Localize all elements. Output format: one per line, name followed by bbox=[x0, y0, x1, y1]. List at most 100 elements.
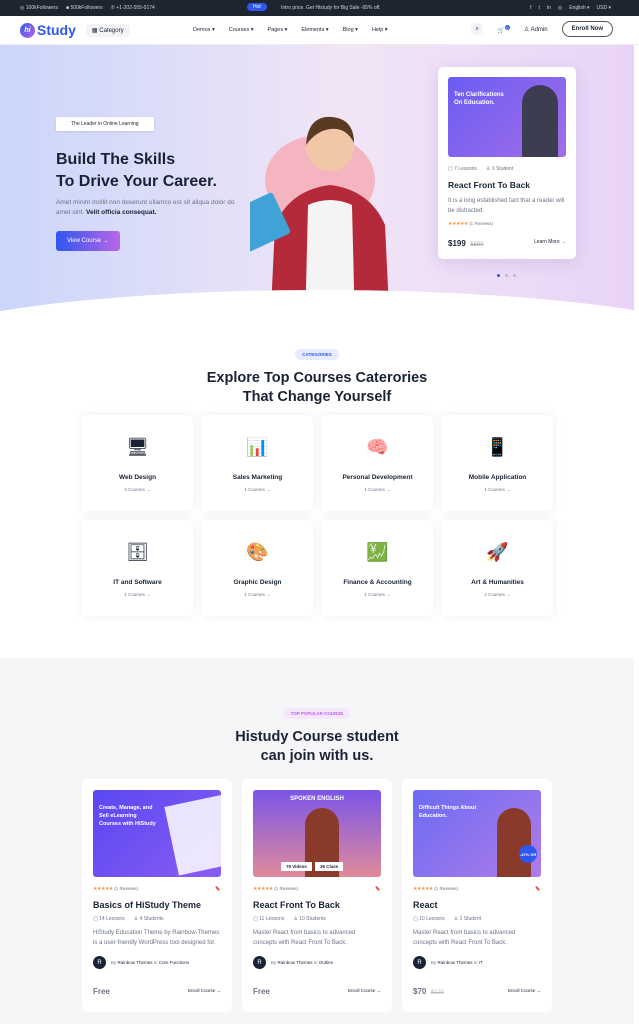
category-grid: 🖥 Web Design 3 Courses → 📊 Sales Marketing 1 … bbox=[82, 415, 553, 616]
category-name: Web Design bbox=[118, 474, 157, 481]
old-price: $120 bbox=[430, 990, 445, 996]
category-card[interactable]: 🗄 IT and Software 1 Courses → bbox=[82, 520, 193, 616]
menu-help[interactable]: Help ▾ bbox=[372, 27, 388, 33]
lessons-count: ▢ 7 Lessons bbox=[448, 166, 477, 172]
rating-stars: ★★★★★ bbox=[413, 886, 433, 892]
bookmark-icon[interactable]: 🔖 bbox=[535, 886, 541, 892]
category-card[interactable]: 📊 Sales Marketing 1 Courses → bbox=[202, 415, 313, 511]
students-count: ♙ 10 Students bbox=[293, 916, 326, 922]
author-link[interactable]: Rainbow Themes bbox=[438, 960, 473, 965]
category-count: 1 Courses → bbox=[244, 487, 271, 492]
author-avatar: R bbox=[93, 956, 106, 969]
hero-course-card[interactable]: Ten Clarifications On Education. ▢ 7 Les… bbox=[438, 67, 576, 259]
author-link[interactable]: Rainbow Themes bbox=[278, 960, 313, 965]
rating-stars: ★★★★★ bbox=[448, 221, 468, 227]
view-course-button[interactable]: View Course → bbox=[56, 231, 120, 251]
category-icon: 🧠 bbox=[366, 436, 389, 457]
hot-badge: Hot bbox=[247, 3, 267, 11]
discount-badge: -47% Off bbox=[519, 845, 537, 863]
course-thumbnail: Create, Manage, and Sell eLearning Cours… bbox=[93, 790, 221, 877]
category-icon: 🗄 bbox=[126, 541, 149, 562]
category-name: IT and Software bbox=[113, 579, 162, 586]
category-icon: 🖥 bbox=[126, 436, 149, 457]
category-card[interactable]: 🎨 Graphic Design 1 Courses → bbox=[202, 520, 313, 616]
course-title[interactable]: Basics of HiStudy Theme bbox=[93, 900, 221, 910]
promo-text[interactable]: Intro price. Get Histudy for Big Sale -9… bbox=[281, 5, 381, 11]
thumb-tag: 75 Videos bbox=[281, 862, 312, 871]
course-card[interactable]: Create, Manage, and Sell eLearning Cours… bbox=[82, 779, 232, 1012]
top-bar: ◎ 100kFollowers ■ 500kFollowers ✆ +1-202… bbox=[0, 0, 639, 16]
enroll-course-link[interactable]: Enroll Course → bbox=[508, 988, 541, 993]
category-count: 1 Courses → bbox=[364, 592, 391, 597]
main-nav: hi Study ▦ Category Demos ▾ Courses ▾ Pag… bbox=[0, 16, 639, 45]
phone[interactable]: ✆ +1-202-555-0174 bbox=[111, 5, 155, 11]
course-card[interactable]: SPOKEN ENGLISH 75 Videos 35 Class ★★★★★ (… bbox=[242, 779, 392, 1012]
search-icon[interactable]: ⌕ bbox=[471, 23, 484, 35]
cart-icon[interactable]: 🛒0 bbox=[497, 24, 510, 34]
categories-header: CATEGORIES Explore Top Courses Caterorie… bbox=[0, 343, 634, 407]
category-card[interactable]: 🧠 Personal Development 1 Courses → bbox=[322, 415, 433, 511]
language-select[interactable]: English ▾ bbox=[569, 5, 589, 11]
category-name: Art & Humanities bbox=[471, 579, 524, 586]
category-icon: 📊 bbox=[246, 436, 269, 457]
course-description: HiStudy Education Theme by Rainbow-Theme… bbox=[93, 930, 220, 946]
menu-demos[interactable]: Demos ▾ bbox=[193, 27, 215, 33]
course-description: Master React from basics to advanced con… bbox=[413, 930, 516, 946]
rating-stars: ★★★★★ bbox=[253, 886, 273, 892]
course-title[interactable]: React Front To Back bbox=[253, 900, 381, 910]
category-icon: 💹 bbox=[366, 541, 389, 562]
price: $199 bbox=[448, 239, 466, 248]
category-card[interactable]: 💹 Finance & Accounting 1 Courses → bbox=[322, 520, 433, 616]
category-icon: 🚀 bbox=[486, 541, 509, 562]
category-link[interactable]: Core Functions bbox=[159, 960, 190, 965]
category-name: Graphic Design bbox=[233, 579, 282, 586]
category-card[interactable]: 🚀 Art & Humanities 2 Courses → bbox=[442, 520, 553, 616]
menu-pages[interactable]: Pages ▾ bbox=[268, 27, 288, 33]
lessons-count: ▢ 11 Lessons bbox=[253, 916, 285, 922]
course-card[interactable]: Difficult Things About Education. -47% O… bbox=[402, 779, 552, 1012]
currency-select[interactable]: USD ▾ bbox=[597, 5, 611, 11]
course-description: It is a long established fact that a rea… bbox=[448, 198, 565, 214]
price: Free bbox=[93, 987, 110, 996]
category-card[interactable]: 🖥 Web Design 3 Courses → bbox=[82, 415, 193, 511]
learn-more-link[interactable]: Learn More → bbox=[534, 239, 566, 245]
carousel-dots[interactable] bbox=[497, 274, 516, 277]
course-thumbnail: Difficult Things About Education. -47% O… bbox=[413, 790, 541, 877]
old-price: $590 bbox=[470, 242, 484, 248]
course-author: R By Rainbow Themes In Core Functions bbox=[93, 956, 221, 969]
hero: The Leader in Online Learning Build The … bbox=[0, 45, 634, 327]
linkedin-icon[interactable]: in bbox=[547, 5, 551, 11]
enroll-course-link[interactable]: Enroll Course → bbox=[348, 988, 381, 993]
students-count: ♙ 4 Students bbox=[133, 916, 164, 922]
category-link[interactable]: Outline bbox=[319, 960, 333, 965]
instagram-followers[interactable]: ◎ 100kFollowers bbox=[20, 5, 58, 11]
enroll-now-button[interactable]: Enroll Now bbox=[561, 21, 613, 37]
price: Free bbox=[253, 987, 270, 996]
admin-link[interactable]: ♙ Admin bbox=[524, 26, 548, 33]
category-name: Personal Development bbox=[342, 474, 413, 481]
facebook-icon[interactable]: f bbox=[530, 5, 531, 11]
menu-elements[interactable]: Elements ▾ bbox=[301, 27, 328, 33]
twitter-icon[interactable]: t bbox=[539, 5, 540, 11]
bookmark-icon[interactable]: 🔖 bbox=[375, 886, 381, 892]
instagram-icon[interactable]: ◎ bbox=[558, 5, 562, 11]
category-count: 2 Courses → bbox=[484, 592, 511, 597]
thumb-tag: 35 Class bbox=[314, 862, 344, 871]
category-link[interactable]: IT bbox=[479, 960, 483, 965]
category-button[interactable]: ▦ Category bbox=[85, 23, 130, 37]
hero-subtitle: Amet minim mollit non deserunt ullamco e… bbox=[56, 199, 235, 216]
facebook-followers[interactable]: ■ 500kFollowers bbox=[66, 5, 103, 11]
menu-courses[interactable]: Courses ▾ bbox=[229, 27, 254, 33]
menu-blog[interactable]: Blog ▾ bbox=[343, 27, 358, 33]
bookmark-icon[interactable]: 🔖 bbox=[215, 886, 221, 892]
course-title[interactable]: React Front To Back bbox=[448, 180, 566, 190]
category-name: Finance & Accounting bbox=[343, 579, 412, 586]
course-title[interactable]: React bbox=[413, 900, 541, 910]
enroll-course-link[interactable]: Enroll Course → bbox=[188, 988, 221, 993]
categories-title: Explore Top Courses Caterories That Chang… bbox=[206, 370, 428, 405]
logo[interactable]: hi Study bbox=[20, 22, 76, 38]
author-link[interactable]: Rainbow Themes bbox=[118, 960, 153, 965]
category-count: 1 Courses → bbox=[484, 487, 511, 492]
category-card[interactable]: 📱 Mobile Application 1 Courses → bbox=[442, 415, 553, 511]
course-author: R By Rainbow Themes In IT bbox=[413, 956, 541, 969]
